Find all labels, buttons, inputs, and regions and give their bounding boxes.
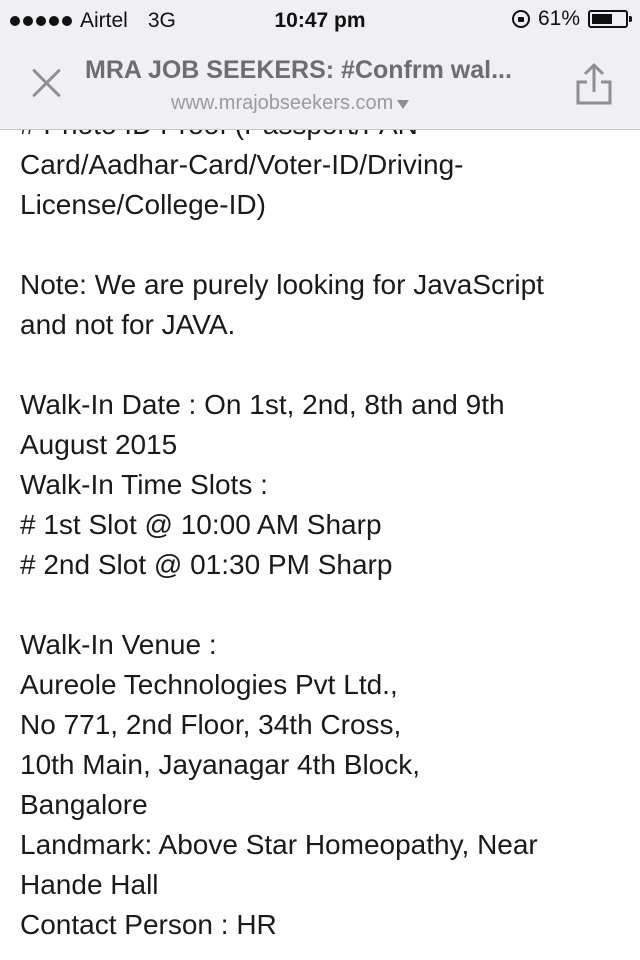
battery-fill xyxy=(592,14,612,24)
status-bar: Airtel 3G 10:47 pm 61% xyxy=(0,0,640,40)
page-title[interactable]: MRA JOB SEEKERS: #Confrm wal... xyxy=(85,56,555,85)
rotation-lock-icon xyxy=(511,10,530,28)
content-line: August 2015 xyxy=(20,429,178,460)
chevron-down-icon xyxy=(397,100,410,109)
browser-header: MRA JOB SEEKERS: #Confrm wal... www.mraj… xyxy=(0,40,640,130)
content-line: Walk-In Time Slots : xyxy=(20,469,268,500)
content-line: Landmark: Above Star Homeopathy, Near xyxy=(20,829,538,860)
content-line: Aureole Technologies Pvt Ltd., xyxy=(20,669,398,700)
content-line: Contact Person : HR xyxy=(20,909,277,940)
url-bar[interactable]: www.mrajobseekers.com xyxy=(171,92,410,115)
article-content: # Photo ID Proof (Passport/PAN-Card/Aadh… xyxy=(20,105,630,945)
content-line: Walk-In Date : On 1st, 2nd, 8th and 9th xyxy=(20,389,505,420)
content-line: Bangalore xyxy=(20,789,148,820)
content-line: Card/Aadhar-Card/Voter-ID/Driving- xyxy=(20,149,464,180)
content-line: Walk-In Venue : xyxy=(20,629,217,660)
content-line: # 1st Slot @ 10:00 AM Sharp xyxy=(20,509,382,540)
content-line: License/College-ID) xyxy=(20,189,266,220)
page-url: www.mrajobseekers.com xyxy=(171,92,394,114)
content-line: # 2nd Slot @ 01:30 PM Sharp xyxy=(20,549,393,580)
battery-percent: 61% xyxy=(537,7,580,30)
status-right: 61% xyxy=(511,7,632,31)
content-line: No 771, 2nd Floor, 34th Cross, xyxy=(20,709,402,740)
battery-icon xyxy=(588,10,632,28)
content-line: Note: We are purely looking for JavaScri… xyxy=(20,269,544,300)
content-line: 10th Main, Jayanagar 4th Block, xyxy=(20,749,421,780)
share-icon[interactable] xyxy=(574,62,614,106)
content-line: Hande Hall xyxy=(20,869,159,900)
close-icon[interactable] xyxy=(30,67,62,99)
content-line: and not for JAVA. xyxy=(20,309,236,340)
